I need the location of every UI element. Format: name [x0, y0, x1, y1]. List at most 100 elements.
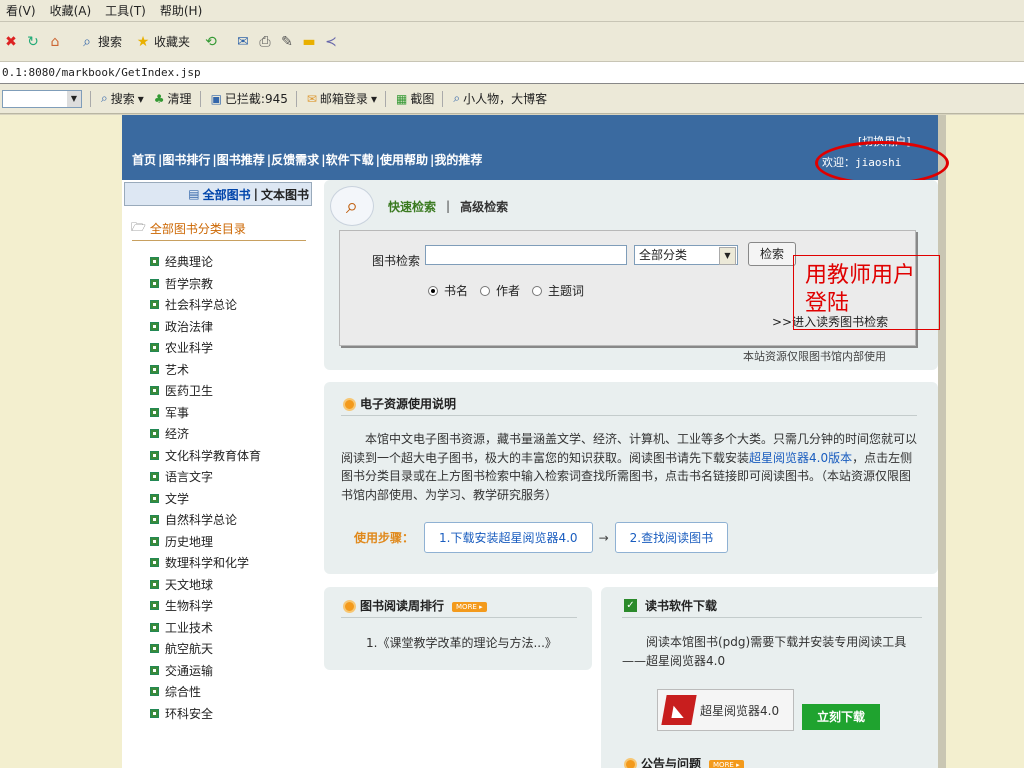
menu-favorites[interactable]: 收藏(A): [50, 2, 92, 19]
toolbar-search[interactable]: ⌕ 搜索 ▾: [101, 90, 144, 107]
favorites-button[interactable]: ★ 收藏夹: [132, 31, 190, 53]
radio-title[interactable]: [428, 285, 438, 296]
search-button[interactable]: ⌕ 搜索: [76, 31, 122, 53]
divider: [384, 90, 386, 107]
tab-text-books[interactable]: 文本图书: [261, 186, 309, 203]
category-item[interactable]: 交通运输: [150, 660, 261, 682]
eresource-title: 电子资源使用说明: [343, 395, 456, 412]
bullet-icon: [343, 600, 356, 613]
category-item[interactable]: 工业技术: [150, 617, 261, 639]
address-bar[interactable]: 0.1:8080/markbook/GetIndex.jsp: [0, 62, 1024, 84]
more-button[interactable]: MORE ▸: [709, 759, 744, 768]
category-title[interactable]: 🗁 全部图书分类目录: [131, 218, 246, 239]
divider: [199, 90, 201, 107]
category-bullet-icon: [150, 300, 159, 310]
category-item[interactable]: 语言文字: [150, 466, 261, 488]
divider: [90, 90, 91, 107]
category-item[interactable]: 军事: [150, 402, 261, 424]
category-bullet-icon: [150, 536, 159, 546]
toolbar-mail-login[interactable]: ✉ 邮箱登录 ▾: [307, 90, 377, 107]
book-icon: ▤: [188, 187, 200, 201]
category-item[interactable]: 自然科学总论: [150, 509, 261, 531]
download-text: 阅读本馆图书(pdg)需要下载并安装专用阅读工具——超星阅览器4.0: [622, 635, 907, 668]
nav-feedback[interactable]: |反馈需求: [267, 151, 319, 168]
category-bullet-icon: [150, 558, 159, 568]
history-icon[interactable]: ⟲: [200, 31, 222, 53]
menu-view[interactable]: 看(V): [6, 2, 36, 19]
category-item[interactable]: 政治法律: [150, 316, 261, 338]
menu-tools[interactable]: 工具(T): [105, 2, 146, 19]
radio-subject[interactable]: [532, 285, 543, 296]
category-item[interactable]: 生物科学: [150, 595, 261, 617]
category-item[interactable]: 文化科学教育体育: [150, 445, 261, 467]
menu-help[interactable]: 帮助(H): [160, 2, 202, 19]
home-icon[interactable]: ⌂: [44, 31, 66, 53]
category-label: 经典理论: [165, 255, 214, 270]
print-icon[interactable]: ⎙: [254, 31, 276, 53]
divider: [295, 90, 297, 107]
nav-ranking[interactable]: |图书排行: [158, 151, 210, 168]
category-bullet-icon: [150, 515, 159, 525]
category-item[interactable]: 经济: [150, 423, 261, 445]
messenger-icon[interactable]: ≺: [320, 31, 342, 53]
category-item[interactable]: 综合性: [150, 681, 261, 703]
nav-recommend[interactable]: |图书推荐: [212, 151, 264, 168]
right-margin: [946, 115, 1024, 768]
category-label: 哲学宗教: [165, 276, 214, 291]
toolbar-clean-label: 清理: [167, 92, 192, 106]
screenshot-icon: ▦: [395, 91, 408, 106]
category-bullet-icon: [150, 622, 159, 632]
tab-quick-search[interactable]: 快速检索: [388, 198, 436, 215]
tab-all-books[interactable]: 全部图书: [203, 186, 251, 203]
mail-icon[interactable]: ✉: [232, 31, 254, 53]
toolbar-clean[interactable]: ♣ 清理: [154, 90, 192, 107]
right-strip: [938, 115, 946, 768]
nav-my-recommend[interactable]: |我的推荐: [430, 151, 482, 168]
step-find-book[interactable]: 2.查找阅读图书: [614, 522, 729, 553]
nav-home[interactable]: 首页: [132, 151, 156, 168]
edit-icon[interactable]: ✎: [276, 31, 298, 53]
category-label: 自然科学总论: [165, 513, 238, 528]
category-item[interactable]: 社会科学总论: [150, 294, 261, 316]
category-item[interactable]: 天文地球: [150, 574, 261, 596]
category-select[interactable]: 全部分类: [634, 245, 738, 265]
toolbar-blocked[interactable]: ▣ 已拦截:945: [211, 90, 288, 107]
favorites-label: 收藏夹: [154, 35, 191, 49]
nav-download[interactable]: |软件下载: [321, 151, 373, 168]
category-bullet-icon: [150, 429, 159, 439]
download-title-label: 读书软件下载: [645, 599, 718, 613]
category-item[interactable]: 艺术: [150, 359, 261, 381]
ranking-title: 图书阅读周排行 MORE ▸: [343, 597, 487, 614]
stop-icon[interactable]: ✖: [0, 31, 22, 53]
search-button[interactable]: 检索: [748, 242, 796, 266]
check-icon: ✓: [624, 599, 637, 612]
step-download[interactable]: 1.下载安装超星阅览器4.0: [424, 522, 593, 553]
category-item[interactable]: 经典理论: [150, 251, 261, 273]
category-item[interactable]: 文学: [150, 488, 261, 510]
category-item[interactable]: 环科安全: [150, 703, 261, 725]
category-item[interactable]: 医药卫生: [150, 380, 261, 402]
refresh-icon[interactable]: ↻: [22, 31, 44, 53]
ranking-item[interactable]: 1.《课堂教学改革的理论与方法...》: [366, 634, 557, 651]
star-icon: ★: [136, 33, 150, 50]
reader-logo[interactable]: ◣ 超星阅览器4.0: [657, 689, 794, 731]
category-item[interactable]: 哲学宗教: [150, 273, 261, 295]
toolbar-screenshot[interactable]: ▦ 截图: [396, 90, 434, 107]
tab-advanced-search[interactable]: 高级检索: [460, 198, 508, 215]
reader-link[interactable]: 超星阅览器4.0版本: [749, 451, 852, 465]
nav-help[interactable]: |使用帮助: [376, 151, 428, 168]
search-input[interactable]: [425, 245, 627, 265]
announce-title: 公告与问题 MORE ▸: [624, 755, 744, 768]
download-now-button[interactable]: 立刻下载: [802, 704, 880, 730]
toolbar-blog[interactable]: ⌕ 小人物，大博客: [453, 90, 547, 107]
category-item[interactable]: 历史地理: [150, 531, 261, 553]
folder-icon[interactable]: ▬: [298, 31, 320, 53]
category-item[interactable]: 农业科学: [150, 337, 261, 359]
toolbar-search-select[interactable]: [2, 89, 82, 108]
browser-toolbar: ✖ ↻ ⌂ ⌕ 搜索 ★ 收藏夹 ⟲ ✉ ⎙ ✎ ▬ ≺: [0, 22, 1024, 62]
radio-author[interactable]: [480, 285, 491, 296]
more-button[interactable]: MORE ▸: [452, 601, 487, 612]
category-item[interactable]: 数理科学和化学: [150, 552, 261, 574]
category-label: 农业科学: [165, 341, 214, 356]
category-item[interactable]: 航空航天: [150, 638, 261, 660]
